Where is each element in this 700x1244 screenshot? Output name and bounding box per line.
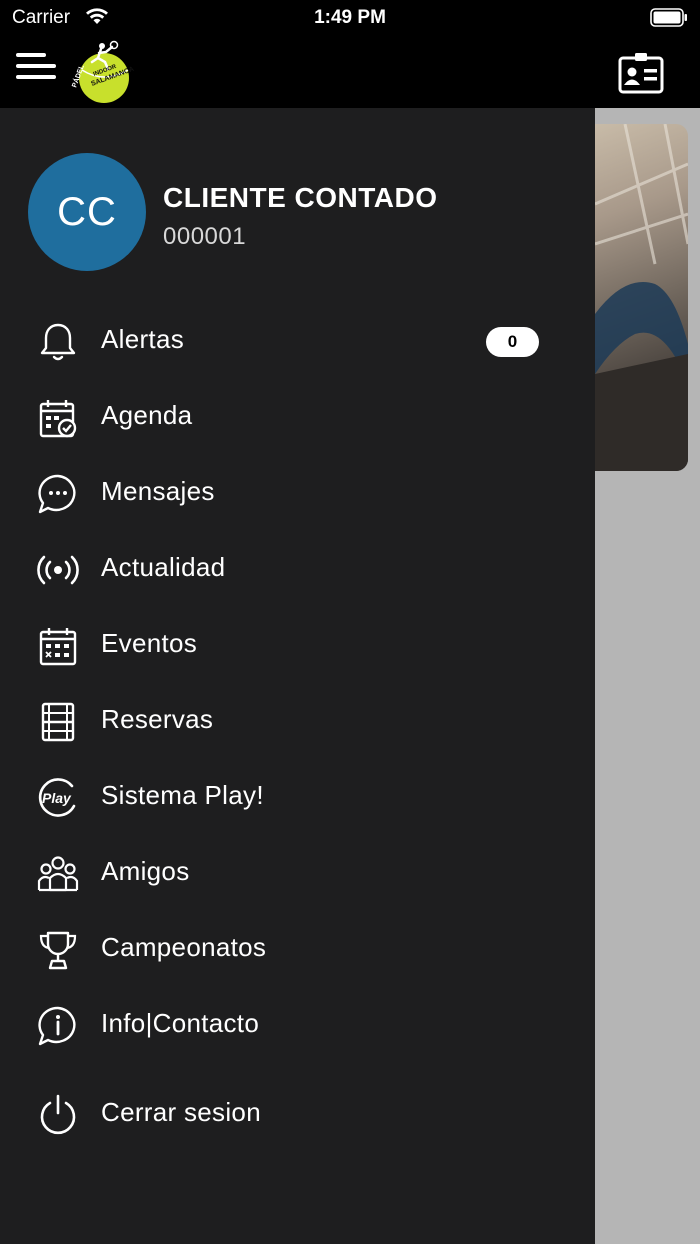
menu-item-label: Agenda — [101, 400, 193, 430]
menu-item-agenda[interactable]: Agenda — [0, 386, 595, 446]
status-bar: Carrier 1:49 PM — [0, 0, 700, 38]
menu-item-info-contacto[interactable]: Info|Contacto — [0, 994, 595, 1054]
calendar-check-icon — [39, 400, 77, 438]
court-icon — [41, 702, 75, 742]
user-code: 000001 — [163, 223, 247, 250]
menu-item-cerrar-sesion[interactable]: Cerrar sesion — [0, 1083, 595, 1143]
power-icon — [40, 1094, 76, 1135]
menu-item-sistema-play[interactable]: Play Sistema Play! — [0, 766, 595, 826]
play-logo-icon: Play — [38, 778, 76, 817]
menu-item-actualidad[interactable]: Actualidad — [0, 538, 595, 598]
hamburger-icon[interactable] — [16, 53, 58, 85]
menu-item-label: Alertas — [101, 324, 185, 354]
menu-item-label: Mensajes — [101, 476, 215, 506]
menu-item-amigos[interactable]: Amigos — [0, 842, 595, 902]
menu-item-label: Eventos — [101, 628, 198, 658]
info-chat-icon — [38, 1006, 76, 1046]
menu-item-label: Sistema Play! — [101, 780, 264, 810]
menu-item-label: Cerrar sesion — [101, 1097, 261, 1127]
menu-item-label: Actualidad — [101, 552, 226, 582]
svg-text:Play: Play — [42, 790, 72, 806]
menu-item-label: Reservas — [101, 704, 214, 734]
battery-icon — [650, 8, 687, 27]
user-name: CLIENTE CONTADO — [163, 182, 438, 213]
clock: 1:49 PM — [314, 7, 386, 28]
menu-item-label: Campeonatos — [101, 932, 267, 962]
menu-item-alertas[interactable]: Alertas 0 — [0, 310, 595, 370]
menu-item-label: Amigos — [101, 856, 190, 886]
avatar[interactable]: CC — [28, 153, 146, 271]
group-icon — [37, 856, 79, 892]
side-drawer: CC CLIENTE CONTADO 000001 Alertas 0 Agen… — [0, 108, 595, 1244]
menu-item-campeonatos[interactable]: Campeonatos — [0, 918, 595, 978]
background-image-card[interactable] — [595, 124, 688, 471]
padel-indoor-salamanca-logo: PÁDEL INDOOR SALAMANCA — [69, 40, 134, 103]
broadcast-icon — [37, 555, 79, 585]
background-content — [595, 108, 700, 1244]
trophy-icon — [39, 931, 77, 970]
menu-item-eventos[interactable]: Eventos — [0, 614, 595, 674]
bell-icon — [40, 323, 76, 361]
avatar-initials: CC — [57, 189, 117, 234]
chat-bubble-icon — [38, 474, 76, 514]
id-card-icon[interactable] — [618, 52, 664, 94]
app-header: PÁDEL INDOOR SALAMANCA — [0, 38, 700, 108]
menu-item-label: Info|Contacto — [101, 1008, 260, 1038]
calendar-grid-icon — [39, 628, 77, 666]
menu-item-reservas[interactable]: Reservas — [0, 690, 595, 750]
alerts-count-badge: 0 — [486, 327, 539, 357]
menu-item-mensajes[interactable]: Mensajes — [0, 462, 595, 522]
